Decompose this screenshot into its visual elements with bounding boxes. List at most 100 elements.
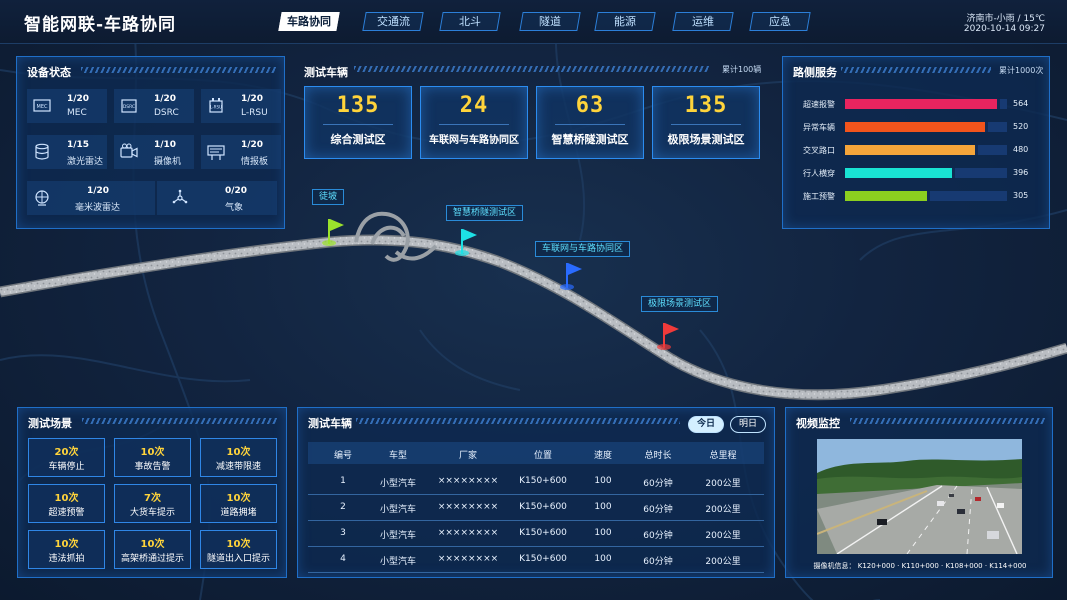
table-cell: 60分钟 — [643, 505, 673, 515]
video-monitor-panel: 视频监控 摄像机信息： K120+000 · K110+000 · K108+0… — [785, 407, 1053, 578]
device-count: 1/20 — [154, 94, 177, 104]
tab-label: 能源 — [614, 15, 636, 28]
tomorrow-toggle[interactable]: 明日 — [730, 416, 766, 433]
table-row[interactable]: 3 小型汽车 ×××××××× K150+600 100 60分钟 200公里 — [308, 521, 764, 547]
scene-card[interactable]: 7次 大货车提示 — [114, 484, 191, 523]
panel-title: 测试场景 — [28, 417, 72, 430]
table-cell: 200公里 — [705, 557, 741, 567]
tab-emergency[interactable]: 应急 — [749, 12, 811, 31]
device-count: 1/10 — [154, 140, 177, 150]
stat-divider — [323, 124, 393, 125]
map-flag-extreme-scene[interactable] — [653, 318, 683, 352]
stat-label: 综合测试区 — [330, 133, 386, 146]
mec-device-icon: MEC — [33, 99, 51, 112]
bar-value: 396 — [1013, 168, 1029, 177]
scene-card[interactable]: 10次 高架桥通过提示 — [114, 530, 191, 569]
stat-value: 63 — [575, 93, 605, 118]
scene-card[interactable]: 10次 隧道出入口提示 — [200, 530, 277, 569]
scene-card[interactable]: 20次 车辆停止 — [28, 438, 105, 477]
map-flag-gradient-point[interactable] — [318, 214, 348, 248]
map-flag-bridge-tunnel[interactable] — [451, 224, 481, 258]
device-card-weather[interactable]: 0/20 气象 — [157, 181, 277, 215]
info-board-icon — [207, 145, 225, 160]
table-cell: K150+600 — [519, 554, 567, 564]
tab-traffic-flow[interactable]: 交通流 — [362, 12, 424, 31]
column-header: 编号 — [333, 451, 352, 461]
bar-label: 交叉路口 — [803, 146, 835, 155]
table-cell: 小型汽车 — [379, 505, 416, 515]
bar-fill — [845, 99, 1000, 109]
svg-text:L-RSU: L-RSU — [210, 105, 222, 110]
table-cell: 2 — [340, 502, 346, 512]
panel-title: 视频监控 — [796, 417, 840, 430]
device-count: 1/20 — [241, 140, 264, 150]
tab-label: 隧道 — [539, 15, 561, 28]
roadside-bar-row[interactable]: 超速报警 564 — [803, 98, 1043, 110]
roadside-bar-row[interactable]: 施工预警 305 — [803, 190, 1043, 202]
device-card-dsrc[interactable]: DSRC 1/20 DSRC — [114, 89, 194, 123]
roadside-bar-row[interactable]: 交叉路口 480 — [803, 144, 1043, 156]
map-label-gradient-point[interactable]: 徒坡 — [312, 189, 345, 205]
title-stripe — [356, 418, 680, 424]
device-card-info-board[interactable]: 1/20 情报板 — [201, 135, 281, 169]
scene-count: 20次 — [54, 447, 79, 458]
scene-name: 大货车提示 — [129, 508, 175, 518]
today-toggle[interactable]: 今日 — [688, 416, 724, 433]
bar-fill — [845, 145, 978, 155]
roadside-bar-row[interactable]: 行人横穿 396 — [803, 167, 1043, 179]
device-name: 摄像机 — [154, 157, 182, 167]
title-stripe — [82, 418, 278, 424]
bar-label: 施工预警 — [803, 192, 835, 201]
tab-tunnel[interactable]: 隧道 — [519, 12, 581, 31]
roadside-bar-row[interactable]: 异常车辆 520 — [803, 121, 1043, 133]
tab-energy[interactable]: 能源 — [594, 12, 656, 31]
table-cell: 100 — [594, 502, 612, 512]
stat-card-extreme-zone[interactable]: 135 极限场景测试区 — [652, 86, 760, 159]
section-title: 测试车辆 — [304, 66, 348, 79]
table-cell: 3 — [340, 528, 346, 538]
map-label-bridge-tunnel[interactable]: 智慧桥隧测试区 — [446, 205, 524, 221]
table-cell: 小型汽车 — [379, 531, 416, 541]
tab-label: 应急 — [769, 15, 791, 28]
bar-value: 480 — [1013, 145, 1029, 154]
tab-label: 车路协同 — [287, 15, 331, 28]
device-card-lidar[interactable]: 1/15 激光雷达 — [27, 135, 107, 169]
table-row[interactable]: 4 小型汽车 ×××××××× K150+600 100 60分钟 200公里 — [308, 547, 764, 573]
device-card-camera[interactable]: 1/10 摄像机 — [114, 135, 194, 169]
tab-vehicle-road[interactable]: 车路协同 — [278, 12, 340, 31]
tab-operations[interactable]: 运维 — [672, 12, 734, 31]
scene-card[interactable]: 10次 道路拥堵 — [200, 484, 277, 523]
map-label-extreme-scene[interactable]: 极限场景测试区 — [641, 296, 719, 312]
tab-beidou[interactable]: 北斗 — [439, 12, 501, 31]
stat-card-v2x-zone[interactable]: 24 车联网与车路协同区 — [420, 86, 528, 159]
stat-card-comprehensive-zone[interactable]: 135 综合测试区 — [304, 86, 412, 159]
camera-feed[interactable] — [817, 439, 1022, 554]
device-count: 1/20 — [87, 186, 110, 196]
table-row[interactable]: 2 小型汽车 ×××××××× K150+600 100 60分钟 200公里 — [308, 495, 764, 521]
dsrc-device-icon: DSRC — [121, 99, 137, 113]
scene-card[interactable]: 10次 违法抓拍 — [28, 530, 105, 569]
stat-value: 135 — [336, 93, 380, 118]
device-status-panel: 设备状态 MEC 1/20 MEC DSRC 1/20 DSRC L-RSU 1… — [16, 56, 285, 229]
table-cell: 200公里 — [705, 505, 741, 515]
device-count: 1/20 — [67, 94, 90, 104]
scene-card[interactable]: 10次 事故告警 — [114, 438, 191, 477]
scene-card[interactable]: 10次 减速带限速 — [200, 438, 277, 477]
scene-card[interactable]: 10次 超速预警 — [28, 484, 105, 523]
column-header: 车型 — [388, 451, 407, 461]
device-card-mec[interactable]: MEC 1/20 MEC — [27, 89, 107, 123]
map-flag-v2x-zone[interactable] — [556, 258, 586, 292]
device-card-rsu[interactable]: L-RSU 1/20 L-RSU — [201, 89, 281, 123]
device-card-mmwave-radar[interactable]: 1/20 毫米波雷达 — [27, 181, 155, 215]
device-name: 毫米波雷达 — [75, 203, 121, 213]
scene-count: 10次 — [54, 493, 79, 504]
bar-track — [845, 145, 1007, 155]
table-row[interactable]: 1 小型汽车 ×××××××× K150+600 100 60分钟 200公里 — [308, 469, 764, 495]
device-name: DSRC — [154, 108, 179, 118]
table-cell: 100 — [594, 476, 612, 486]
stat-card-bridge-tunnel-zone[interactable]: 63 智慧桥隧测试区 — [536, 86, 644, 159]
device-name: L-RSU — [241, 108, 268, 118]
main-highway — [0, 234, 1067, 401]
test-vehicles-summary: 测试车辆 累计100辆 135 综合测试区 24 车联网与车路协同区 63 智慧… — [296, 56, 766, 166]
map-label-v2x-zone[interactable]: 车联网与车路协同区 — [535, 241, 631, 257]
